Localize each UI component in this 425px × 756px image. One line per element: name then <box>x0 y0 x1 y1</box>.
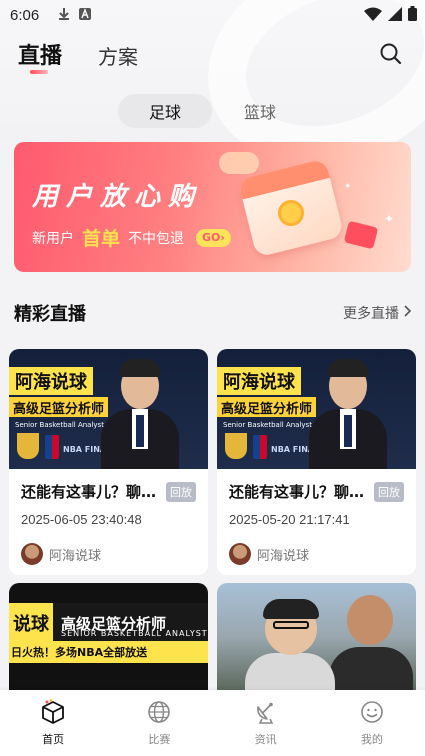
thumb-title: 阿海说球 <box>9 367 93 395</box>
live-card[interactable]: 阿海说球 高级足篮分析师 Senior Basketball Analyst N… <box>217 349 416 575</box>
section-title: 精彩直播 <box>14 304 86 325</box>
sport-basketball-tab[interactable]: 篮球 <box>212 94 308 128</box>
card-thumbnail: 说球 高级足篮分析师 SENIOR BASKETBALL ANALYST 日火热… <box>9 583 208 703</box>
tab-live-label: 直播 <box>18 44 63 69</box>
analyst-portrait <box>309 359 387 469</box>
author-name: 阿海说球 <box>49 548 102 564</box>
card-title-row: 还能有这事儿？聊… 回放 <box>229 481 404 502</box>
red-envelope-icon <box>343 220 379 250</box>
satellite-dish-icon <box>253 699 279 725</box>
sparkle-icon: ✦ <box>384 212 395 226</box>
sport-switch: 足球 篮球 <box>118 94 308 128</box>
card-title-row: 还能有这事儿？聊… 回放 <box>21 481 196 502</box>
globe-icon <box>146 699 172 725</box>
nav-matches-label: 比赛 <box>148 733 171 746</box>
live-card[interactable] <box>217 583 416 703</box>
banner-sub-prefix: 新用户 <box>32 230 74 247</box>
more-live-label: 更多直播 <box>343 306 399 322</box>
thumb-title: 说球 <box>9 603 53 643</box>
card-title: 还能有这事儿？聊… <box>21 483 157 501</box>
nav-home[interactable]: 首页 <box>13 699 93 747</box>
header-tabs: 直播 方案 <box>18 38 138 74</box>
promo-banner[interactable]: 用户放心购 新用户 首单 不中包退 GO › ✦ ✦ <box>14 142 411 272</box>
thumb-english: Senior Basketball Analyst <box>15 421 104 429</box>
thumb-strip: 日火热！多场NBA全部放送 <box>9 641 208 663</box>
card-thumbnail: 阿海说球 高级足篮分析师 Senior Basketball Analyst N… <box>217 349 416 469</box>
author-name: 阿海说球 <box>257 548 310 564</box>
chevron-right-icon: › <box>220 231 225 244</box>
bottom-nav: 首页 比赛 资讯 我的 <box>0 690 425 756</box>
sport-football-tab[interactable]: 足球 <box>118 94 212 128</box>
card-thumbnail: 阿海说球 高级足篮分析师 Senior Basketball Analyst N… <box>9 349 208 469</box>
wifi-icon <box>364 7 382 25</box>
a-icon <box>79 7 92 23</box>
coin-icon <box>278 200 304 226</box>
avatar <box>21 543 43 565</box>
nav-home-label: 首页 <box>42 733 65 746</box>
search-icon <box>379 43 403 70</box>
card-thumbnail-photo <box>217 583 416 703</box>
banner-sub-accent: 首单 <box>82 228 121 250</box>
nav-profile[interactable]: 我的 <box>332 699 412 747</box>
live-card[interactable]: 阿海说球 高级足篮分析师 Senior Basketball Analyst N… <box>9 349 208 575</box>
thumb-english: SENIOR BASKETBALL ANALYST <box>61 629 208 638</box>
card-title: 还能有这事儿？聊… <box>229 483 365 501</box>
analyst-portrait <box>101 359 179 469</box>
card-author[interactable]: 阿海说球 <box>229 543 404 565</box>
card-time: 2025-06-05 23:40:48 <box>21 512 142 527</box>
trophy-icon <box>17 433 39 459</box>
banner-go-label: GO <box>202 231 221 244</box>
cloud-decoration <box>219 152 259 174</box>
search-button[interactable] <box>379 42 403 66</box>
nav-news-label: 资讯 <box>254 733 277 746</box>
sparkle-icon: ✦ <box>344 182 352 192</box>
tab-plans-label: 方案 <box>98 45 139 69</box>
chevron-right-icon <box>403 305 412 321</box>
nav-news[interactable]: 资讯 <box>226 699 306 747</box>
signal-icon <box>388 6 402 25</box>
thumb-subtitle: 高级足篮分析师 <box>9 397 109 417</box>
nav-matches[interactable]: 比赛 <box>119 699 199 747</box>
banner-sub-suffix: 不中包退 <box>128 230 185 247</box>
smile-icon <box>359 699 385 725</box>
banner-subtitle: 新用户 首单 不中包退 GO › <box>32 224 231 251</box>
thumb-title: 阿海说球 <box>217 367 301 395</box>
download-icon <box>57 7 71 24</box>
live-card[interactable]: 说球 高级足篮分析师 SENIOR BASKETBALL ANALYST 日火热… <box>9 583 208 703</box>
thumb-english: Senior Basketball Analyst <box>223 421 312 429</box>
tab-plans[interactable]: 方案 <box>98 41 138 70</box>
trophy-icon <box>225 433 247 459</box>
card-time: 2025-05-20 21:17:41 <box>229 512 350 527</box>
card-info: 还能有这事儿？聊… 回放 2025-06-05 23:40:48 阿海说球 <box>9 469 208 575</box>
status-bar: 6:06 <box>0 0 425 30</box>
status-time: 6:06 <box>10 6 40 24</box>
replay-badge: 回放 <box>374 481 404 502</box>
tab-active-indicator <box>30 70 48 74</box>
tab-live[interactable]: 直播 <box>18 38 63 74</box>
avatar <box>229 543 251 565</box>
more-live-link[interactable]: 更多直播 <box>343 303 412 323</box>
home-box-icon <box>40 699 66 725</box>
banner-go-button[interactable]: GO › <box>196 228 231 247</box>
top-area: 6:06 直播 方案 足球 篮球 <box>0 0 425 142</box>
battery-icon <box>408 6 417 25</box>
thumb-subtitle: 高级足篮分析师 <box>217 397 317 417</box>
nba-logo <box>253 435 267 459</box>
card-author[interactable]: 阿海说球 <box>21 543 196 565</box>
nba-logo <box>45 435 59 459</box>
replay-badge: 回放 <box>166 481 196 502</box>
section-header: 精彩直播 更多直播 <box>14 300 412 326</box>
banner-title: 用户放心购 <box>32 182 203 212</box>
nav-profile-label: 我的 <box>360 733 383 746</box>
card-info: 还能有这事儿？聊… 回放 2025-05-20 21:17:41 阿海说球 <box>217 469 416 575</box>
